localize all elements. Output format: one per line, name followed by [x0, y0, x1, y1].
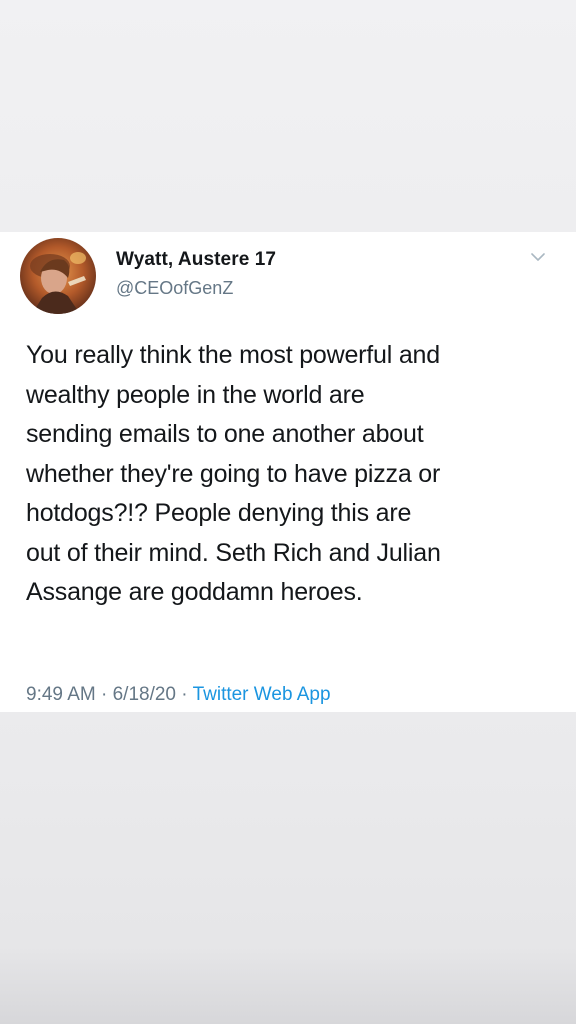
screenshot-bottom-background	[0, 712, 576, 1024]
tweet-card: Wyatt, Austere 17 @CEOofGenZ You really …	[0, 232, 576, 712]
avatar-image-icon	[20, 238, 96, 314]
tweet-text: You really think the most powerful and w…	[26, 341, 441, 606]
author-handle[interactable]: @CEOofGenZ	[116, 278, 233, 299]
chevron-down-icon[interactable]	[528, 250, 548, 264]
tweet-metadata: 9:49 AM · 6/18/20 · Twitter Web App	[26, 684, 331, 706]
author-avatar[interactable]	[20, 238, 96, 314]
meta-separator: ·	[176, 684, 193, 705]
screenshot-top-background	[0, 0, 576, 232]
meta-separator: ·	[95, 684, 113, 705]
tweet-time[interactable]: 9:49 AM	[26, 684, 96, 705]
tweet-source-link[interactable]: Twitter Web App	[193, 684, 331, 705]
tweet-date[interactable]: 6/18/20	[113, 684, 176, 705]
author-display-name[interactable]: Wyatt, Austere 17	[116, 249, 276, 271]
